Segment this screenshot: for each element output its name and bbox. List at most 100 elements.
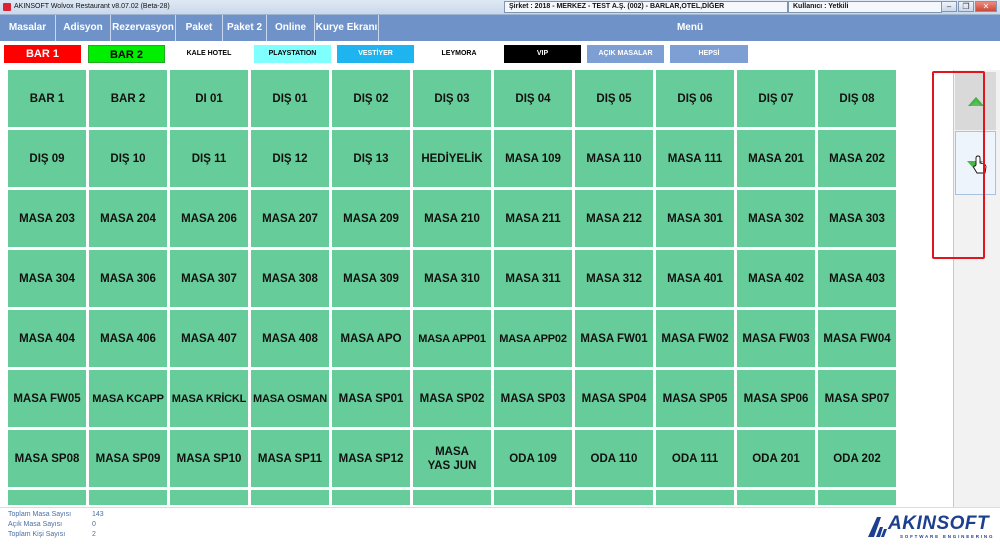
menu-kurye-ekrani[interactable]: Kurye Ekranı xyxy=(315,15,379,41)
table-tile[interactable]: HEDİYELİK xyxy=(413,130,491,187)
table-tile[interactable]: ODA 110 xyxy=(575,430,653,487)
table-tile[interactable]: MASA FW05 xyxy=(8,370,86,427)
filter-kale-hotel[interactable]: KALE HOTEL xyxy=(170,45,248,63)
table-tile[interactable]: MASA KRİCKL xyxy=(170,370,248,427)
table-tile[interactable]: ODA 111 xyxy=(656,430,734,487)
filter-leymora[interactable]: LEYMORA xyxy=(420,45,498,63)
table-tile[interactable]: MASA 304 xyxy=(8,250,86,307)
table-tile[interactable] xyxy=(575,490,653,505)
table-tile[interactable] xyxy=(656,490,734,505)
table-tile[interactable] xyxy=(8,490,86,505)
table-tile[interactable]: MASA 204 xyxy=(89,190,167,247)
table-tile[interactable]: MASA 308 xyxy=(251,250,329,307)
table-tile[interactable]: MASA 404 xyxy=(8,310,86,367)
table-tile[interactable]: MASA 109 xyxy=(494,130,572,187)
table-tile[interactable]: DIŞ 09 xyxy=(8,130,86,187)
restore-button[interactable]: ❐ xyxy=(958,1,974,12)
table-tile[interactable]: MASA 402 xyxy=(737,250,815,307)
table-tile[interactable]: ODA 202 xyxy=(818,430,896,487)
filter-vip[interactable]: VIP xyxy=(504,45,581,63)
menu-adisyon[interactable]: Adisyon xyxy=(56,15,111,41)
table-tile[interactable]: MASA KCAPP xyxy=(89,370,167,427)
table-tile[interactable]: BAR 1 xyxy=(8,70,86,127)
table-tile[interactable] xyxy=(494,490,572,505)
table-tile[interactable]: MASA 403 xyxy=(818,250,896,307)
table-tile[interactable]: MASA 311 xyxy=(494,250,572,307)
menu-paket-2[interactable]: Paket 2 xyxy=(223,15,267,41)
table-tile[interactable]: MASA SP01 xyxy=(332,370,410,427)
table-tile[interactable]: MASA SP08 xyxy=(8,430,86,487)
table-tile[interactable]: MASA 407 xyxy=(170,310,248,367)
table-tile[interactable]: MASA 203 xyxy=(8,190,86,247)
table-tile[interactable]: MASA 401 xyxy=(656,250,734,307)
table-tile[interactable] xyxy=(818,490,896,505)
table-tile[interactable]: MASA 202 xyxy=(818,130,896,187)
table-tile[interactable] xyxy=(332,490,410,505)
table-tile[interactable]: DIŞ 07 xyxy=(737,70,815,127)
table-tile[interactable]: MASA 406 xyxy=(89,310,167,367)
table-tile[interactable]: DIŞ 05 xyxy=(575,70,653,127)
table-tile[interactable]: MASA 302 xyxy=(737,190,815,247)
table-tile[interactable]: DIŞ 01 xyxy=(251,70,329,127)
menu-online[interactable]: Online xyxy=(267,15,315,41)
table-tile[interactable]: DIŞ 03 xyxy=(413,70,491,127)
table-tile[interactable]: MASA 207 xyxy=(251,190,329,247)
table-tile[interactable]: MASA FW04 xyxy=(818,310,896,367)
filter-bar-1[interactable]: BAR 1 xyxy=(4,45,81,63)
table-tile[interactable]: DIŞ 12 xyxy=(251,130,329,187)
table-tile[interactable]: MASA SP02 xyxy=(413,370,491,427)
minimize-button[interactable]: ‒ xyxy=(941,1,957,12)
table-tile[interactable]: MASA 209 xyxy=(332,190,410,247)
filter-playstation[interactable]: PLAYSTATION xyxy=(254,45,331,63)
table-tile[interactable] xyxy=(170,490,248,505)
table-tile[interactable] xyxy=(737,490,815,505)
table-tile[interactable]: MASA 211 xyxy=(494,190,572,247)
table-tile[interactable]: MASA SP09 xyxy=(89,430,167,487)
table-tile[interactable]: MASA 110 xyxy=(575,130,653,187)
table-tile[interactable]: MASA 206 xyxy=(170,190,248,247)
menu-paket[interactable]: Paket xyxy=(176,15,223,41)
table-tile[interactable]: MASA SP07 xyxy=(818,370,896,427)
table-tile[interactable]: MASA 201 xyxy=(737,130,815,187)
table-tile[interactable]: MASA SP12 xyxy=(332,430,410,487)
table-tile[interactable]: MASA FW01 xyxy=(575,310,653,367)
table-tile[interactable]: DIŞ 10 xyxy=(89,130,167,187)
table-tile[interactable]: DIŞ 06 xyxy=(656,70,734,127)
filter-vestiyer[interactable]: VESTİYER xyxy=(337,45,414,63)
table-tile[interactable]: MASA 312 xyxy=(575,250,653,307)
table-tile[interactable]: MASA 310 xyxy=(413,250,491,307)
table-tile[interactable]: DIŞ 04 xyxy=(494,70,572,127)
table-tile[interactable]: MASA SP05 xyxy=(656,370,734,427)
table-tile[interactable]: DI 01 xyxy=(170,70,248,127)
table-tile[interactable]: MASA APP01 xyxy=(413,310,491,367)
filter-bar-2[interactable]: BAR 2 xyxy=(88,45,165,63)
table-tile[interactable]: DIŞ 13 xyxy=(332,130,410,187)
table-tile[interactable]: ODA 201 xyxy=(737,430,815,487)
table-tile[interactable]: MASA APP02 xyxy=(494,310,572,367)
table-tile[interactable]: MASA 307 xyxy=(170,250,248,307)
filter-hepsi[interactable]: HEPSİ xyxy=(670,45,748,63)
table-tile[interactable]: MASA APO xyxy=(332,310,410,367)
table-tile[interactable]: MASA 408 xyxy=(251,310,329,367)
table-tile[interactable] xyxy=(89,490,167,505)
table-tile[interactable]: MASA 212 xyxy=(575,190,653,247)
table-tile[interactable]: BAR 2 xyxy=(89,70,167,127)
table-tile[interactable]: DIŞ 08 xyxy=(818,70,896,127)
table-tile[interactable]: DIŞ 11 xyxy=(170,130,248,187)
filter-acik-masalar[interactable]: AÇIK MASALAR xyxy=(587,45,664,63)
close-button[interactable]: ✕ xyxy=(975,1,997,12)
table-tile[interactable]: MASA SP03 xyxy=(494,370,572,427)
menu-masalar[interactable]: Masalar xyxy=(0,15,56,41)
table-tile[interactable]: MASA OSMAN xyxy=(251,370,329,427)
table-tile[interactable]: MASA FW02 xyxy=(656,310,734,367)
table-tile[interactable] xyxy=(413,490,491,505)
table-tile[interactable]: MASA SP11 xyxy=(251,430,329,487)
table-tile[interactable]: MASA 309 xyxy=(332,250,410,307)
table-tile[interactable]: MASA 301 xyxy=(656,190,734,247)
menu-rezervasyon[interactable]: Rezervasyon xyxy=(111,15,176,41)
table-tile[interactable]: DIŞ 02 xyxy=(332,70,410,127)
table-tile[interactable]: MASA SP06 xyxy=(737,370,815,427)
table-tile[interactable]: MASA FW03 xyxy=(737,310,815,367)
table-tile[interactable]: MASA SP04 xyxy=(575,370,653,427)
table-tile[interactable]: MASA 210 xyxy=(413,190,491,247)
